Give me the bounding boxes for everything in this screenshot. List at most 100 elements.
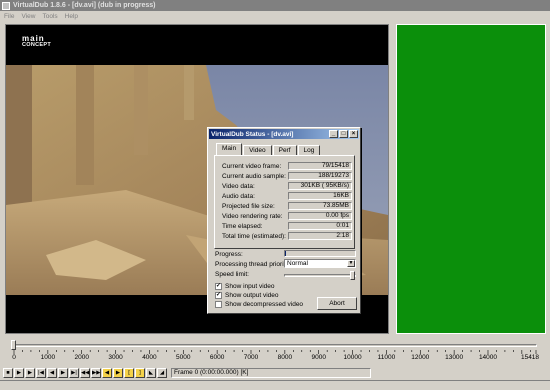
status-bar (0, 380, 550, 390)
stat-label: Current audio sample: (222, 173, 286, 180)
main-titlebar[interactable]: VirtualDub 1.8.6 - [dv.avi] (dub in prog… (0, 0, 550, 11)
next-frame-icon[interactable]: ▶ (58, 367, 68, 378)
stat-time-elapsed: Time elapsed: 0:01 (222, 222, 354, 231)
end-icon[interactable]: ▶| (69, 367, 79, 378)
tab-log[interactable]: Log (297, 145, 321, 155)
show-output-video-checkbox[interactable]: ✓ (215, 291, 222, 299)
timeline-tick-label: 12000 (411, 354, 430, 361)
mainconcept-logo: main CONCEPT (22, 35, 51, 49)
timeline-tick-label: 13000 (445, 354, 464, 361)
stat-current-audio-sample: Current audio sample: 188/19273 (222, 172, 354, 181)
play-input-icon[interactable]: ▶ (14, 367, 24, 378)
menu-file[interactable]: File (4, 13, 14, 20)
stat-value: 16KB (288, 192, 352, 200)
status-dialog-title: VirtualDub Status - [dv.avi] (211, 130, 294, 138)
timeline-tick-label: 11000 (377, 354, 396, 361)
progress-bar (284, 250, 356, 257)
stat-label: Video data: (222, 183, 255, 190)
start-icon[interactable]: |◀ (36, 367, 46, 378)
stop-icon[interactable]: ■ (3, 367, 13, 378)
stat-value: 73.85MB (288, 202, 352, 210)
output-video-pane[interactable] (396, 24, 546, 334)
timeline-tick-label: 2000 (74, 354, 89, 361)
marker-end-icon[interactable]: ◢ (157, 367, 167, 378)
show-decompressed-video-option[interactable]: Show decompressed video (215, 300, 303, 308)
stat-value: 79/15418 (288, 162, 352, 170)
timeline-thumb[interactable] (11, 340, 16, 350)
logo-line-1: main (22, 34, 45, 43)
menu-tools[interactable]: Tools (42, 13, 57, 20)
checkbox-label: Show decompressed video (225, 300, 304, 308)
menu-help[interactable]: Help (65, 13, 78, 20)
close-icon[interactable]: × (349, 130, 358, 138)
abort-button[interactable]: Abort (317, 297, 357, 310)
mark-in-icon[interactable]: [ (124, 367, 134, 378)
priority-value: Normal (287, 260, 308, 267)
tab-video[interactable]: Video (243, 145, 272, 155)
show-input-video-option[interactable]: ✓ Show input video (215, 282, 275, 290)
timeline-tick-label: 4000 (142, 354, 157, 361)
status-tabs: Main Video Perf Log (216, 143, 321, 155)
dropdown-arrow-icon[interactable]: ▼ (347, 260, 355, 267)
stat-total-time: Total time (estimated): 2:18 (222, 232, 354, 241)
stat-value: 188/19273 (288, 172, 352, 180)
show-input-video-checkbox[interactable]: ✓ (215, 282, 222, 290)
app-icon (2, 1, 10, 10)
timeline-tick-label: 1000 (40, 354, 56, 361)
timeline-tick-label: 15418 (520, 354, 540, 361)
checkbox-label: Show output video (225, 291, 279, 299)
stat-projected-file-size: Projected file size: 73.85MB (222, 202, 354, 211)
mark-out-icon[interactable]: ] (135, 367, 145, 378)
previous-keyframe-icon[interactable]: ◀◀ (80, 367, 90, 378)
scene-back-icon[interactable]: ◀ (102, 367, 112, 378)
stat-value: 0.00 fps (288, 212, 352, 220)
status-dialog: VirtualDub Status - [dv.avi] _ □ × Main … (207, 127, 361, 314)
stat-value: 0:01 (288, 222, 352, 230)
timeline-tick-label: 8000 (277, 354, 293, 361)
timeline-tick-label: 14000 (478, 354, 498, 361)
maximize-icon[interactable]: □ (339, 130, 348, 138)
stat-label: Current video frame: (222, 163, 282, 170)
frame-readout: Frame 0 (0:00:00.000) [K] (171, 367, 371, 378)
stat-video-data: Video data: 301KB ( 95KB/s) (222, 182, 354, 191)
priority-select[interactable]: Normal ▼ (284, 259, 356, 268)
show-output-video-option[interactable]: ✓ Show output video (215, 291, 278, 299)
stat-label: Time elapsed: (222, 223, 263, 230)
timeline-tick-label: 5000 (176, 354, 191, 361)
show-decompressed-video-checkbox[interactable] (215, 300, 222, 308)
timeline-tick-label: 10000 (343, 354, 362, 361)
tab-perf[interactable]: Perf (272, 145, 297, 155)
progress-label: Progress: (215, 251, 243, 258)
stat-value: 2:18 (288, 232, 352, 240)
logo-line-2: CONCEPT (22, 42, 51, 48)
tab-main[interactable]: Main (216, 143, 243, 155)
timeline-tick-label: 3000 (108, 354, 123, 361)
position-timeline[interactable]: 0 1000 2000 3000 4000 5000 6000 7000 8000 9000 100… (0, 337, 550, 367)
speed-limit-thumb[interactable] (350, 271, 355, 280)
marker-start-icon[interactable]: ◣ (146, 367, 156, 378)
timeline-track[interactable] (13, 344, 537, 347)
menu-bar: File View Tools Help (0, 11, 550, 21)
stat-current-video-frame: Current video frame: 79/15418 (222, 162, 354, 171)
window-title: VirtualDub 1.8.6 - [dv.avi] (dub in prog… (13, 2, 156, 9)
stat-label: Total time (estimated): (222, 233, 286, 240)
stat-audio-data: Audio data: 16KB (222, 192, 354, 201)
priority-label: Processing thread priority: (215, 261, 291, 268)
previous-frame-icon[interactable]: ◀ (47, 367, 57, 378)
main-tab-panel: Current video frame: 79/15418 Current au… (214, 155, 355, 249)
timeline-tick-label: 9000 (311, 354, 326, 361)
scene-forward-icon[interactable]: ▶ (113, 367, 123, 378)
speed-limit-label: Speed limit: (215, 271, 249, 278)
timeline-tick-label: 0 (12, 354, 16, 361)
timeline-tick-label: 7000 (243, 354, 259, 361)
speed-limit-slider[interactable] (284, 271, 356, 280)
minimize-icon[interactable]: _ (329, 130, 338, 138)
next-keyframe-icon[interactable]: ▶▶ (91, 367, 101, 378)
stat-label: Projected file size: (222, 203, 275, 210)
status-dialog-titlebar[interactable]: VirtualDub Status - [dv.avi] _ □ × (209, 129, 359, 139)
play-output-icon[interactable]: ▶ (25, 367, 35, 378)
stat-value: 301KB ( 95KB/s) (288, 182, 352, 190)
timeline-tick-label: 6000 (209, 354, 225, 361)
menu-view[interactable]: View (21, 13, 35, 20)
stat-label: Video rendering rate: (222, 213, 283, 220)
